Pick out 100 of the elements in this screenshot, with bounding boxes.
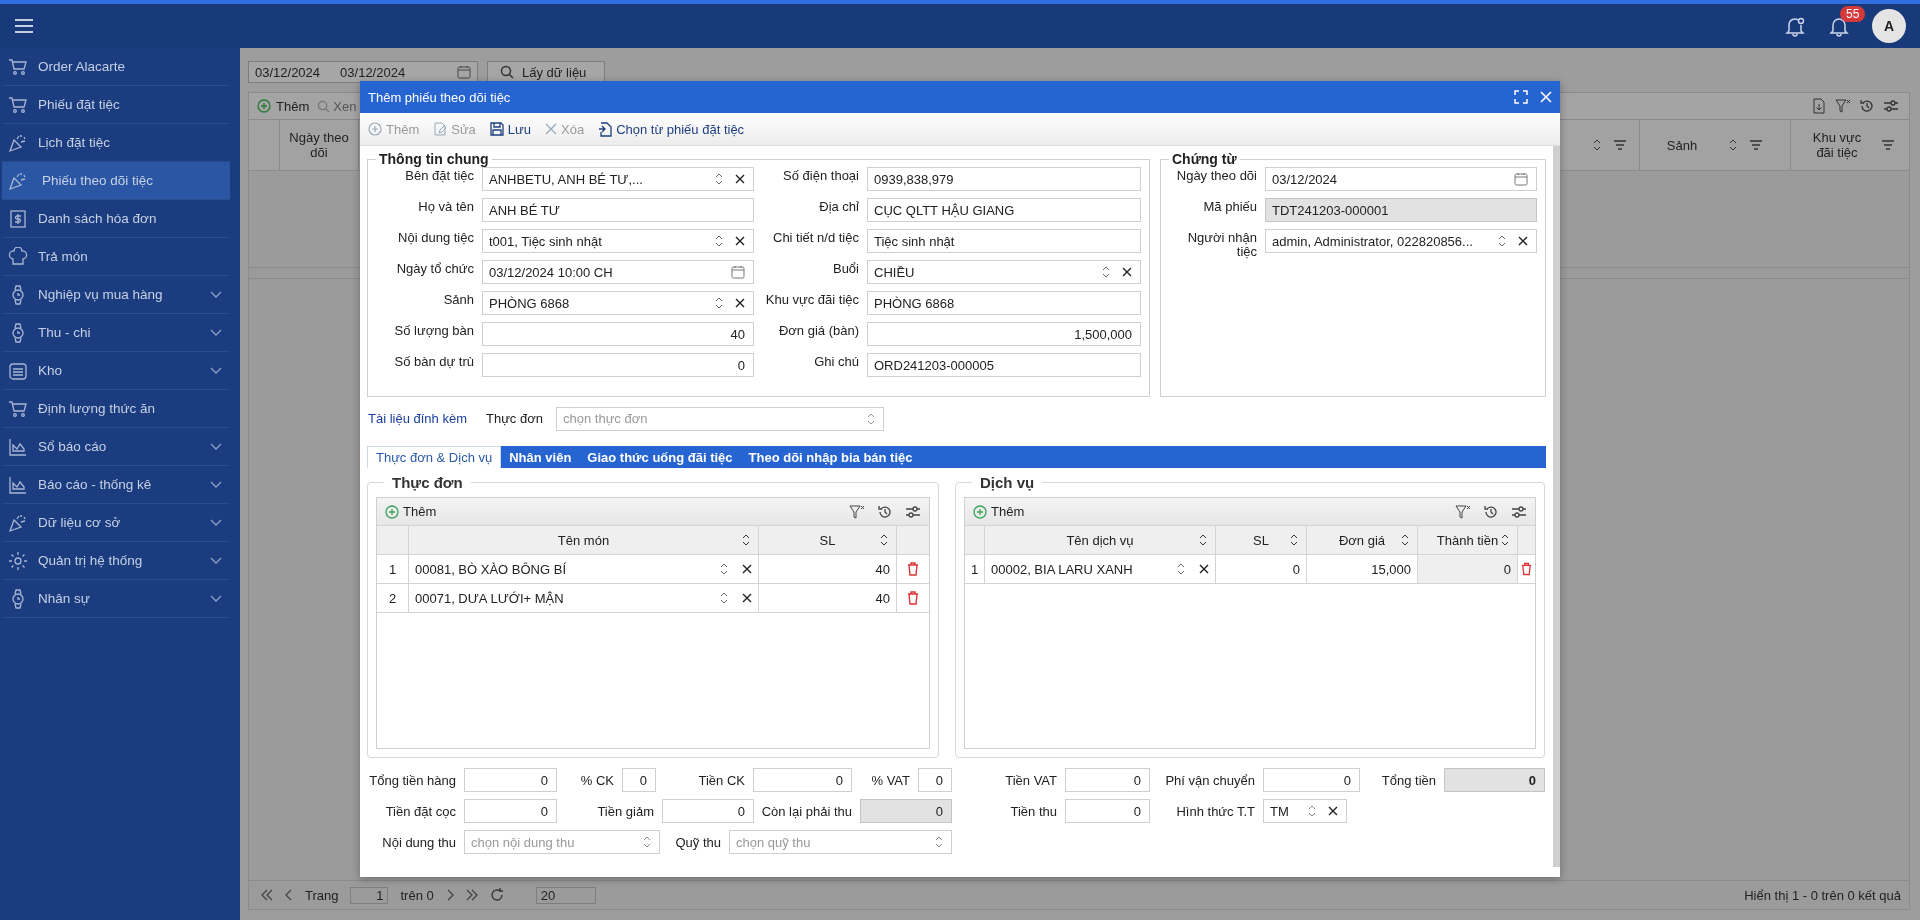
input-field[interactable]: 0 xyxy=(464,768,557,792)
clear-icon[interactable] xyxy=(742,564,752,574)
sidebar-item[interactable]: Nghiệp vụ mua hàng xyxy=(2,276,230,314)
input-field[interactable]: 0 xyxy=(622,768,656,792)
quantity-cell[interactable]: 0 xyxy=(1292,561,1300,577)
column-header[interactable]: SL xyxy=(819,532,836,548)
tab[interactable]: Giao thức uống đãi tiệc xyxy=(579,446,741,468)
sidebar-item[interactable]: Nhân sự xyxy=(2,580,230,618)
trash-icon[interactable] xyxy=(907,591,919,605)
filter-icon[interactable] xyxy=(1613,140,1627,150)
export-icon[interactable] xyxy=(1811,98,1827,114)
column-header[interactable]: Tên món xyxy=(557,532,610,548)
scrollbar[interactable] xyxy=(1553,146,1560,867)
column-header[interactable]: Sảnh xyxy=(1666,137,1698,153)
input-field[interactable]: ANH BÉ TƯ xyxy=(482,198,754,222)
history-icon[interactable] xyxy=(1859,98,1875,114)
page-field[interactable]: 1 xyxy=(350,886,389,904)
sort-icon[interactable] xyxy=(880,534,888,546)
column-header[interactable]: Khu vực đãi tiệc xyxy=(1805,130,1869,160)
select-field[interactable]: admin, Administrator, 022820856... xyxy=(1265,229,1537,253)
column-header[interactable]: Tên dịch vụ xyxy=(1066,532,1134,548)
sidebar-item[interactable]: Danh sách hóa đơn xyxy=(2,200,230,238)
date-field[interactable]: 03/12/2024 xyxy=(1265,167,1537,191)
input-field[interactable]: 0 xyxy=(918,768,952,792)
input-field[interactable]: 0 xyxy=(1444,768,1545,792)
clear-icon[interactable] xyxy=(1328,806,1338,816)
input-field[interactable]: CỤC QLTT HẬU GIANG xyxy=(867,198,1141,222)
select-field[interactable]: ANHBETU, ANH BÉ TƯ,... xyxy=(482,167,754,191)
sidebar-item[interactable]: Trả món xyxy=(2,238,230,276)
sort-icon[interactable] xyxy=(1729,139,1738,151)
trash-icon[interactable] xyxy=(907,562,919,576)
column-header[interactable]: Thành tiền xyxy=(1436,532,1499,548)
tab[interactable]: Nhân viên xyxy=(501,446,580,468)
add-button[interactable]: Thêm xyxy=(385,504,437,519)
input-field[interactable]: TDT241203-000001 xyxy=(1265,198,1537,222)
select-field[interactable]: PHÒNG 6868 xyxy=(482,291,754,315)
select-field[interactable]: t001, Tiệc sinh nhật xyxy=(482,229,754,253)
refresh-icon[interactable] xyxy=(489,888,504,902)
sidebar-item[interactable]: Sổ báo cáo xyxy=(2,428,230,466)
column-header[interactable]: Đơn giá xyxy=(1338,532,1386,548)
menu-icon[interactable] xyxy=(14,18,34,34)
filter-clear-icon[interactable] xyxy=(1835,98,1851,114)
input-field[interactable]: 0 xyxy=(1065,799,1150,823)
quantity-cell[interactable]: 40 xyxy=(875,590,890,606)
sort-icon[interactable] xyxy=(1593,139,1601,151)
sort-icon[interactable] xyxy=(1290,534,1298,546)
history-icon[interactable] xyxy=(877,503,893,520)
close-icon[interactable] xyxy=(1540,91,1552,103)
select-field[interactable]: TM xyxy=(1263,799,1347,823)
filter-clear-icon[interactable] xyxy=(849,503,865,520)
first-page-icon[interactable] xyxy=(261,889,273,901)
date-range-field[interactable]: 03/12/2024 03/12/2024 xyxy=(248,61,478,83)
last-page-icon[interactable] xyxy=(465,889,478,901)
clear-icon[interactable] xyxy=(735,174,745,184)
select-field[interactable]: CHIỀU xyxy=(867,260,1141,284)
column-header[interactable]: SL xyxy=(1253,532,1269,548)
input-field[interactable]: 0 xyxy=(1065,768,1150,792)
tab[interactable]: Theo dõi nhập bia bán tiệc xyxy=(740,446,921,468)
attachments-link[interactable]: Tài liệu đính kèm xyxy=(367,411,486,426)
clear-icon[interactable] xyxy=(735,298,745,308)
column-header[interactable]: Ngày theo dõi xyxy=(286,130,352,160)
input-field[interactable]: ORD241203-000005 xyxy=(867,353,1141,377)
input-field[interactable]: 0 xyxy=(860,799,952,823)
history-icon[interactable] xyxy=(1483,503,1499,520)
select-field[interactable]: 00081, BÒ XÀO BÔNG BÍ xyxy=(409,555,759,583)
input-field[interactable]: 0 xyxy=(753,768,852,792)
calendar-icon[interactable] xyxy=(731,265,745,279)
user-avatar[interactable]: A xyxy=(1872,9,1906,43)
input-field[interactable]: 0 xyxy=(464,799,557,823)
maximize-icon[interactable] xyxy=(1514,90,1528,104)
input-field[interactable]: 1,500,000 xyxy=(867,322,1141,346)
input-field[interactable]: 0 xyxy=(1263,768,1360,792)
input-field[interactable]: 0939,838,979 xyxy=(867,167,1141,191)
sidebar-item[interactable]: Phiếu đặt tiệc xyxy=(2,86,230,124)
sort-icon[interactable] xyxy=(742,534,750,546)
pick-button[interactable]: Chọn từ phiếu đặt tiệc xyxy=(598,121,745,137)
input-field[interactable]: Tiệc sinh nhật xyxy=(867,229,1141,253)
add-button[interactable]: Thêm xyxy=(973,504,1025,519)
sidebar-item[interactable]: Báo cáo - thống kê xyxy=(2,466,230,504)
input-field[interactable]: 0 xyxy=(482,353,754,377)
page-size-select[interactable]: 20 xyxy=(535,886,596,904)
sidebar-item[interactable]: Định lượng thức ăn xyxy=(2,390,230,428)
next-page-icon[interactable] xyxy=(445,889,454,901)
settings-icon[interactable] xyxy=(905,503,921,520)
price-cell[interactable]: 15,000 xyxy=(1371,561,1411,577)
sort-icon[interactable] xyxy=(1401,534,1409,546)
settings-icon[interactable] xyxy=(1883,98,1899,114)
sidebar-item[interactable]: Kho xyxy=(2,352,230,390)
bell-icon[interactable] xyxy=(1784,15,1806,37)
select-field[interactable]: 00002, BIA LARU XANH xyxy=(985,555,1216,583)
clear-icon[interactable] xyxy=(1518,236,1528,246)
sort-icon[interactable] xyxy=(1199,534,1207,546)
sidebar-item[interactable]: Order Alacarte xyxy=(2,48,230,86)
clear-icon[interactable] xyxy=(1199,564,1209,574)
sidebar-item[interactable]: Thu - chi xyxy=(2,314,230,352)
clear-icon[interactable] xyxy=(742,593,752,603)
calendar-icon[interactable] xyxy=(1514,172,1528,186)
filter-icon[interactable] xyxy=(1749,140,1764,150)
tab[interactable]: Thực đơn & Dịch vụ xyxy=(367,446,502,468)
trash-icon[interactable] xyxy=(1521,562,1532,576)
